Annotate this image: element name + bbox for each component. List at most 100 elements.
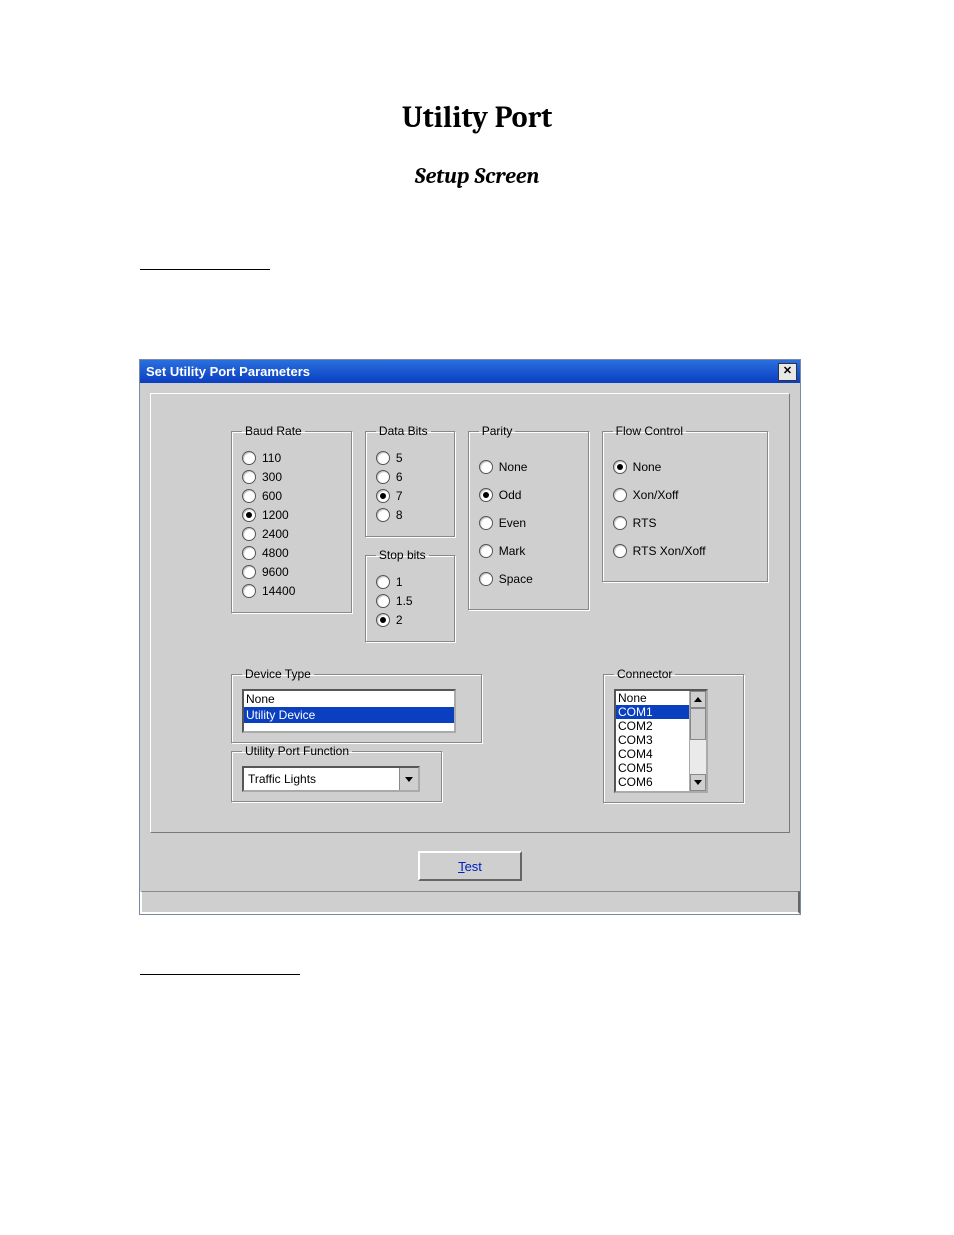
group-parity: Parity None Odd Even Mark Space	[468, 424, 590, 611]
list-item[interactable]: COM3	[616, 733, 689, 747]
dialog-window: Set Utility Port Parameters ✕ Baud Rate …	[140, 360, 800, 914]
button-label: Test	[458, 859, 482, 874]
radio-icon	[613, 488, 627, 502]
radio-flow-none[interactable]: None	[613, 460, 758, 474]
radio-label: None	[499, 460, 528, 474]
radio-baud-1200[interactable]: 1200	[242, 508, 342, 522]
radio-stop-1-5[interactable]: 1.5	[376, 594, 445, 608]
radio-baud-2400[interactable]: 2400	[242, 527, 342, 541]
scroll-thumb[interactable]	[690, 708, 706, 740]
legend-parity: Parity	[479, 424, 516, 438]
page-subtitle: Setup Screen	[0, 163, 954, 189]
radio-label: 14400	[262, 584, 295, 598]
scrollbar[interactable]	[689, 691, 706, 791]
radio-flow-rts[interactable]: RTS	[613, 516, 758, 530]
close-icon: ✕	[783, 366, 792, 377]
legend-device-type: Device Type	[242, 667, 314, 681]
radio-data-7[interactable]: 7	[376, 489, 445, 503]
dialog-titlebar: Set Utility Port Parameters ✕	[140, 360, 800, 383]
scroll-down-icon[interactable]	[690, 774, 706, 791]
radio-icon	[376, 575, 390, 589]
radio-icon	[613, 544, 627, 558]
radio-icon	[479, 460, 493, 474]
scroll-track[interactable]	[690, 708, 706, 774]
radio-label: 1.5	[396, 594, 413, 608]
row-serial-params: Baud Rate 110 300 600 1200 2400 4800 960…	[231, 424, 769, 643]
row-device-connector: Device Type None Utility Device Utility …	[231, 667, 769, 804]
dialog-title: Set Utility Port Parameters	[146, 364, 310, 379]
list-item[interactable]: COM4	[616, 747, 689, 761]
radio-icon	[376, 508, 390, 522]
radio-data-5[interactable]: 5	[376, 451, 445, 465]
radio-parity-none[interactable]: None	[479, 460, 579, 474]
list-item[interactable]: None	[244, 691, 454, 707]
radio-stop-1[interactable]: 1	[376, 575, 445, 589]
radio-label: 600	[262, 489, 282, 503]
radio-icon	[242, 584, 256, 598]
radio-icon	[376, 451, 390, 465]
radio-label: 1	[396, 575, 403, 589]
legend-baud-rate: Baud Rate	[242, 424, 305, 438]
radio-icon	[479, 488, 493, 502]
list-item[interactable]: COM1	[616, 705, 689, 719]
divider-bottom	[140, 974, 300, 975]
radio-label: RTS	[633, 516, 657, 530]
radio-parity-mark[interactable]: Mark	[479, 544, 579, 558]
radio-flow-rts-xon[interactable]: RTS Xon/Xoff	[613, 544, 758, 558]
radio-label: 300	[262, 470, 282, 484]
radio-icon	[376, 489, 390, 503]
radio-data-6[interactable]: 6	[376, 470, 445, 484]
radio-icon	[242, 470, 256, 484]
radio-baud-4800[interactable]: 4800	[242, 546, 342, 560]
group-connector: Connector None COM1 COM2 COM3 COM4 COM5 …	[603, 667, 745, 804]
list-item[interactable]: None	[616, 691, 689, 705]
radio-label: 2	[396, 613, 403, 627]
radio-baud-14400[interactable]: 14400	[242, 584, 342, 598]
list-item[interactable]: COM5	[616, 761, 689, 775]
list-item[interactable]: Utility Device	[244, 707, 454, 723]
radio-label: Even	[499, 516, 526, 530]
device-type-listbox[interactable]: None Utility Device	[242, 689, 456, 733]
connector-list[interactable]: None COM1 COM2 COM3 COM4 COM5 COM6	[616, 691, 689, 791]
radio-label: 110	[262, 451, 281, 465]
utility-port-function-dropdown[interactable]: Traffic Lights	[242, 766, 420, 792]
dropdown-value: Traffic Lights	[248, 772, 316, 786]
group-baud-rate: Baud Rate 110 300 600 1200 2400 4800 960…	[231, 424, 353, 614]
column-device: Device Type None Utility Device Utility …	[231, 667, 483, 803]
list-item[interactable]: COM6	[616, 775, 689, 789]
radio-icon	[613, 460, 627, 474]
radio-label: RTS Xon/Xoff	[633, 544, 706, 558]
column-bits: Data Bits 5 6 7 8 Stop bits 1 1.5 2	[365, 424, 456, 643]
group-flow-control: Flow Control None Xon/Xoff RTS RTS Xon/X…	[602, 424, 769, 583]
radio-baud-600[interactable]: 600	[242, 489, 342, 503]
radio-icon	[242, 527, 256, 541]
legend-utility-port-function: Utility Port Function	[242, 744, 352, 758]
radio-label: 1200	[262, 508, 289, 522]
radio-baud-300[interactable]: 300	[242, 470, 342, 484]
radio-icon	[242, 489, 256, 503]
legend-data-bits: Data Bits	[376, 424, 431, 438]
radio-label: 4800	[262, 546, 289, 560]
radio-parity-odd[interactable]: Odd	[479, 488, 579, 502]
radio-parity-even[interactable]: Even	[479, 516, 579, 530]
chevron-down-icon[interactable]	[399, 768, 418, 790]
radio-flow-xon[interactable]: Xon/Xoff	[613, 488, 758, 502]
legend-stop-bits: Stop bits	[376, 548, 429, 562]
radio-label: 9600	[262, 565, 289, 579]
list-item[interactable]: COM2	[616, 719, 689, 733]
radio-icon	[376, 613, 390, 627]
connector-listbox[interactable]: None COM1 COM2 COM3 COM4 COM5 COM6	[614, 689, 708, 793]
test-button[interactable]: Test	[418, 851, 522, 881]
radio-data-8[interactable]: 8	[376, 508, 445, 522]
radio-parity-space[interactable]: Space	[479, 572, 579, 586]
dialog-status-bar	[140, 891, 800, 914]
radio-stop-2[interactable]: 2	[376, 613, 445, 627]
radio-label: 7	[396, 489, 403, 503]
close-button[interactable]: ✕	[778, 363, 797, 381]
scroll-up-icon[interactable]	[690, 691, 706, 708]
radio-label: Mark	[499, 544, 526, 558]
radio-label: Odd	[499, 488, 522, 502]
radio-baud-9600[interactable]: 9600	[242, 565, 342, 579]
radio-baud-110[interactable]: 110	[242, 451, 342, 465]
group-device-type: Device Type None Utility Device	[231, 667, 483, 744]
